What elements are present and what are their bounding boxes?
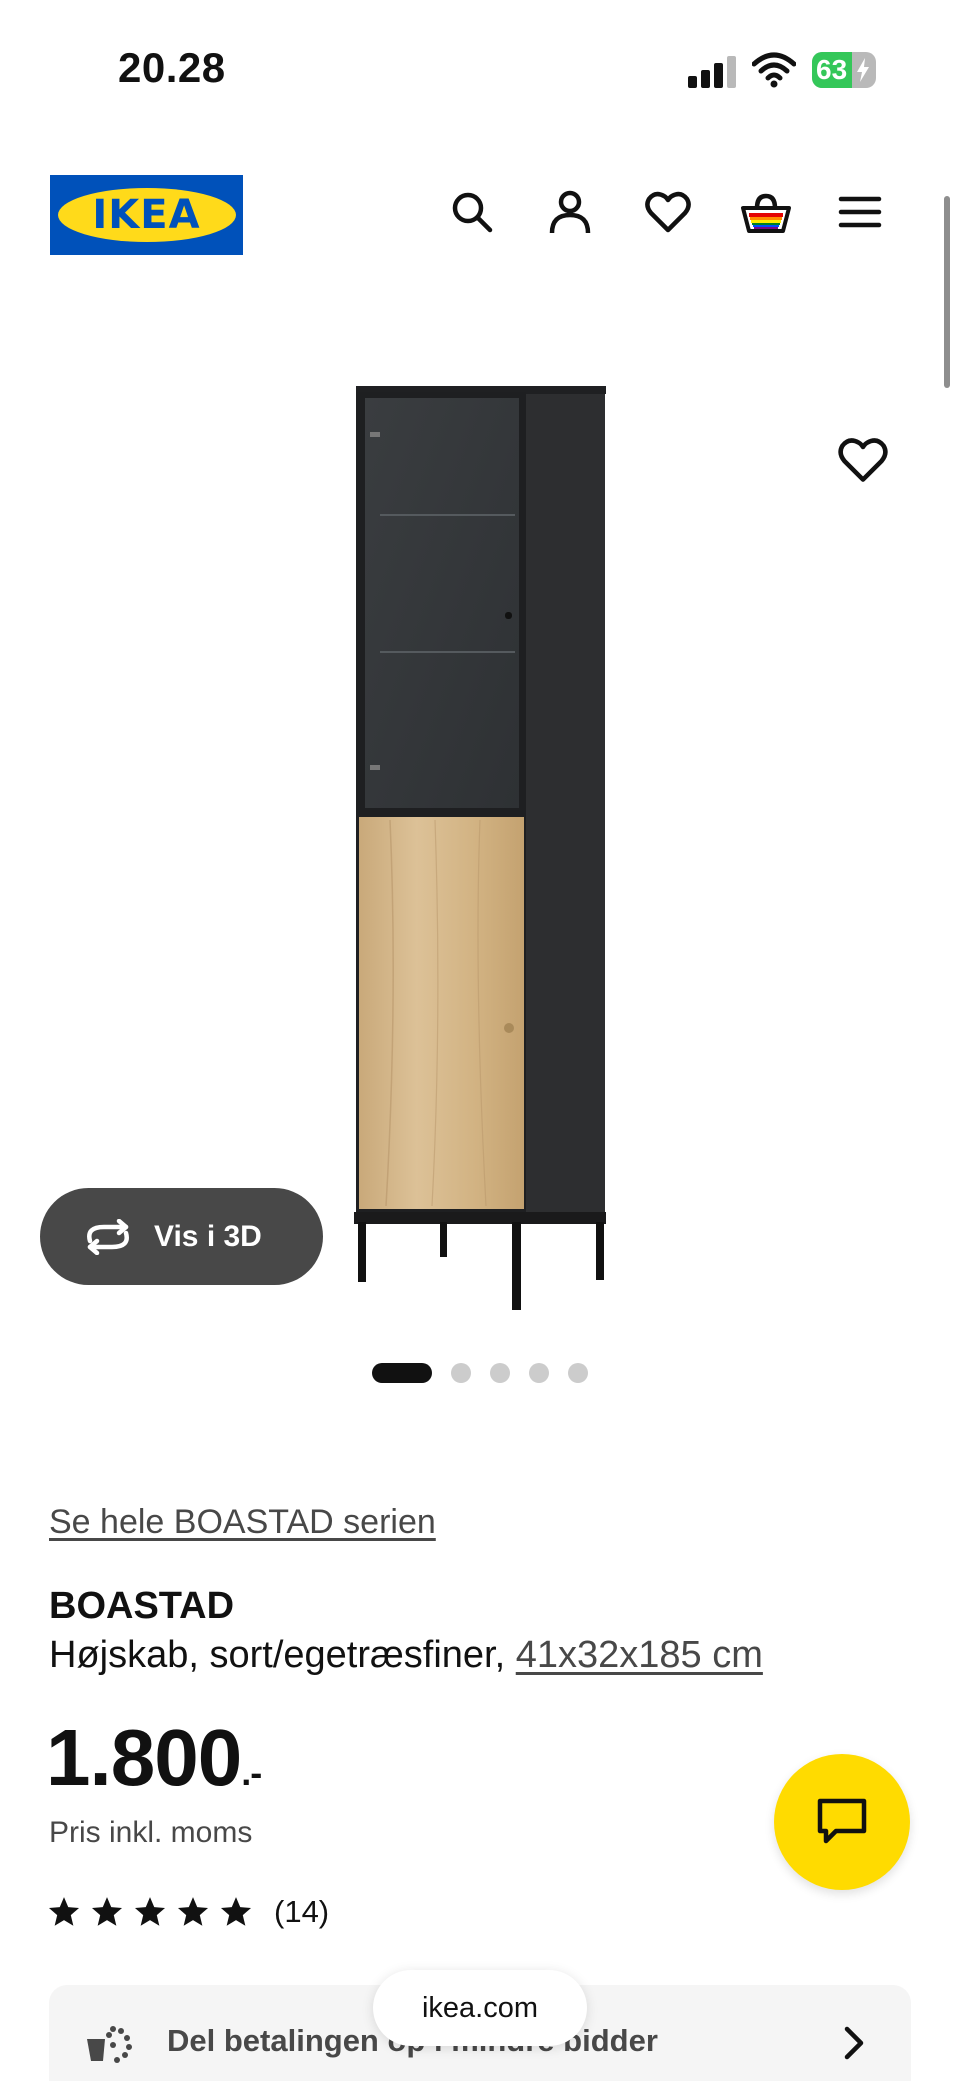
carousel-indicator xyxy=(372,1363,607,1383)
wifi-icon xyxy=(752,52,796,88)
ikea-logo[interactable]: IKEA xyxy=(50,175,243,255)
battery-percent: 63 xyxy=(816,54,848,85)
heart-icon[interactable] xyxy=(642,186,694,238)
carousel-dot[interactable] xyxy=(568,1363,588,1383)
add-to-favourites-icon[interactable] xyxy=(838,437,888,487)
status-time: 20.28 xyxy=(118,44,226,91)
series-link[interactable]: Se hele BOASTAD serien xyxy=(49,1503,436,1542)
price-value: 1.800 xyxy=(46,1713,242,1802)
chevron-right-icon xyxy=(844,2026,864,2060)
search-icon[interactable] xyxy=(446,186,498,238)
price-note: Pris inkl. moms xyxy=(49,1816,253,1849)
profile-icon[interactable] xyxy=(544,186,596,238)
chat-button[interactable] xyxy=(774,1754,910,1890)
rating-count: (14) xyxy=(274,1894,330,1929)
star-icon xyxy=(177,1897,209,1926)
carousel-dot[interactable] xyxy=(372,1363,432,1383)
star-icon xyxy=(220,1897,252,1926)
charging-bolt-icon xyxy=(857,58,869,82)
rating-stars xyxy=(47,1895,262,1929)
view-in-3d-button[interactable]: Vis i 3D xyxy=(40,1188,323,1285)
browser-url-bar[interactable]: ikea.com xyxy=(373,1970,587,2046)
product-name: BOASTAD xyxy=(49,1585,235,1627)
installments-icon xyxy=(87,2026,132,2063)
star-icon xyxy=(91,1897,123,1926)
menu-icon[interactable] xyxy=(834,186,886,238)
product-description-line: Højskab, sort/egetræsfiner, 41x32x185 cm xyxy=(49,1634,763,1677)
product-image[interactable] xyxy=(340,380,620,1315)
basket-icon[interactable] xyxy=(740,186,792,238)
carousel-dot[interactable] xyxy=(490,1363,510,1383)
product-rating[interactable]: (14) xyxy=(47,1894,329,1930)
product-description: Højskab, sort/egetræsfiner, xyxy=(49,1634,506,1676)
price-suffix: .- xyxy=(241,1752,262,1793)
product-size-link[interactable]: 41x32x185 cm xyxy=(516,1634,763,1676)
page-scrollbar[interactable] xyxy=(944,196,950,388)
view-in-3d-label: Vis i 3D xyxy=(154,1219,262,1253)
product-price: 1.800.- xyxy=(46,1712,262,1804)
logo-oval: IKEA xyxy=(57,188,236,242)
star-icon xyxy=(48,1897,80,1926)
carousel-dot[interactable] xyxy=(529,1363,549,1383)
carousel-dot[interactable] xyxy=(451,1363,471,1383)
logo-text: IKEA xyxy=(92,192,201,238)
battery-icon: 63 xyxy=(812,52,876,88)
rotate-3d-icon xyxy=(87,1218,129,1255)
star-icon xyxy=(134,1897,166,1926)
browser-url: ikea.com xyxy=(421,1991,539,2024)
cellular-signal-icon xyxy=(688,56,736,88)
chat-icon xyxy=(817,1798,867,1844)
